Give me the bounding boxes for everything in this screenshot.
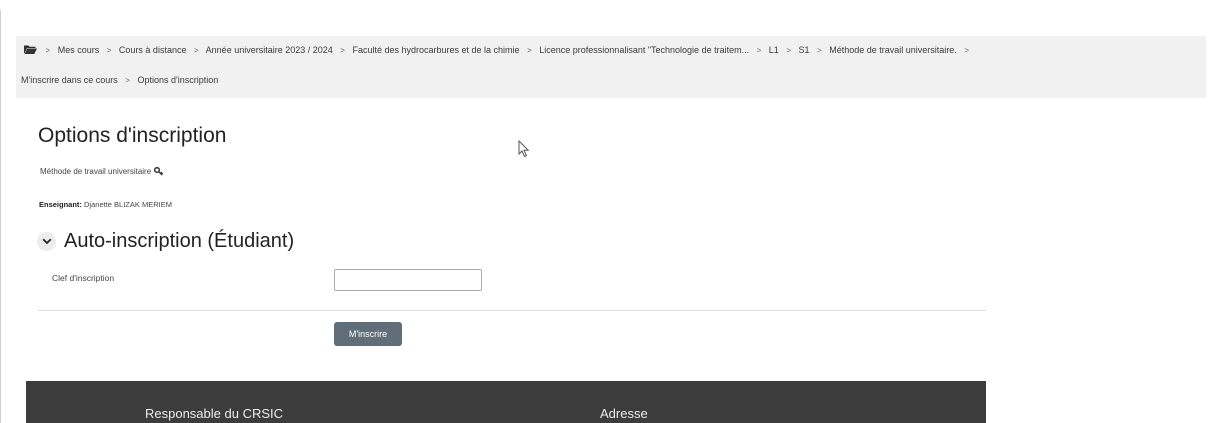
page-title: Options d'inscription: [38, 124, 227, 147]
breadcrumb-separator: >: [756, 46, 762, 55]
footer-heading-crsic: Responsable du CRSIC: [145, 406, 284, 421]
teacher-info: Enseignant: Djanette BLIZAK MERIEM: [39, 200, 172, 209]
enrolment-key-label: Clef d'inscription: [52, 273, 115, 283]
breadcrumb-separator: >: [817, 46, 822, 55]
section-header[interactable]: Auto-inscription (Étudiant): [37, 230, 295, 253]
breadcrumb-item-current: Options d'inscription: [137, 75, 219, 85]
mouse-cursor-icon: [518, 139, 530, 163]
section-title: Auto-inscription (Étudiant): [64, 230, 295, 252]
teacher-label: Enseignant:: [39, 200, 82, 209]
chevron-down-icon[interactable]: [37, 232, 56, 251]
breadcrumb-separator: >: [125, 76, 130, 85]
footer-heading-address: Adresse: [600, 406, 648, 421]
breadcrumb-item-s1[interactable]: S1: [799, 45, 810, 55]
breadcrumb-bar: > Mes cours > Cours à distance > Année u…: [16, 36, 1206, 98]
folder-icon[interactable]: [24, 44, 37, 56]
course-name: Méthode de travail universitaire: [40, 166, 164, 178]
enrol-button[interactable]: M'inscrire: [334, 322, 402, 346]
breadcrumb-separator: >: [964, 46, 969, 55]
window-edge: [0, 10, 1, 423]
enrolment-key-input[interactable]: [334, 269, 482, 291]
breadcrumb-separator: >: [106, 46, 112, 55]
breadcrumb-separator: >: [340, 46, 345, 55]
breadcrumb-item-cours-a-distance[interactable]: Cours à distance: [119, 45, 187, 55]
breadcrumb-separator: >: [45, 46, 51, 55]
breadcrumb-item-mes-cours[interactable]: Mes cours: [58, 45, 100, 55]
course-name-link[interactable]: Méthode de travail universitaire: [40, 167, 151, 176]
breadcrumb-row-2: M'inscrire dans ce cours > Options d'ins…: [21, 75, 218, 85]
breadcrumb-item-licence[interactable]: Licence professionnalisant "Technologie …: [539, 45, 749, 55]
teacher-name-link[interactable]: Djanette BLIZAK MERIEM: [84, 200, 172, 209]
key-icon: [154, 166, 164, 178]
breadcrumb-item-l1[interactable]: L1: [769, 45, 779, 55]
breadcrumb-item-annee-universitaire[interactable]: Année universitaire 2023 / 2024: [206, 45, 333, 55]
breadcrumb: > Mes cours > Cours à distance > Année u…: [24, 44, 974, 56]
breadcrumb-item-faculte[interactable]: Faculté des hydrocarbures et de la chimi…: [352, 45, 519, 55]
breadcrumb-separator: >: [193, 46, 199, 55]
divider: [38, 310, 986, 311]
footer: Responsable du CRSIC Adresse: [26, 381, 986, 423]
breadcrumb-item-course[interactable]: Méthode de travail universitaire.: [829, 45, 957, 55]
breadcrumb-separator: >: [786, 46, 791, 55]
breadcrumb-item-enrol[interactable]: M'inscrire dans ce cours: [21, 75, 118, 85]
breadcrumb-separator: >: [527, 46, 532, 55]
